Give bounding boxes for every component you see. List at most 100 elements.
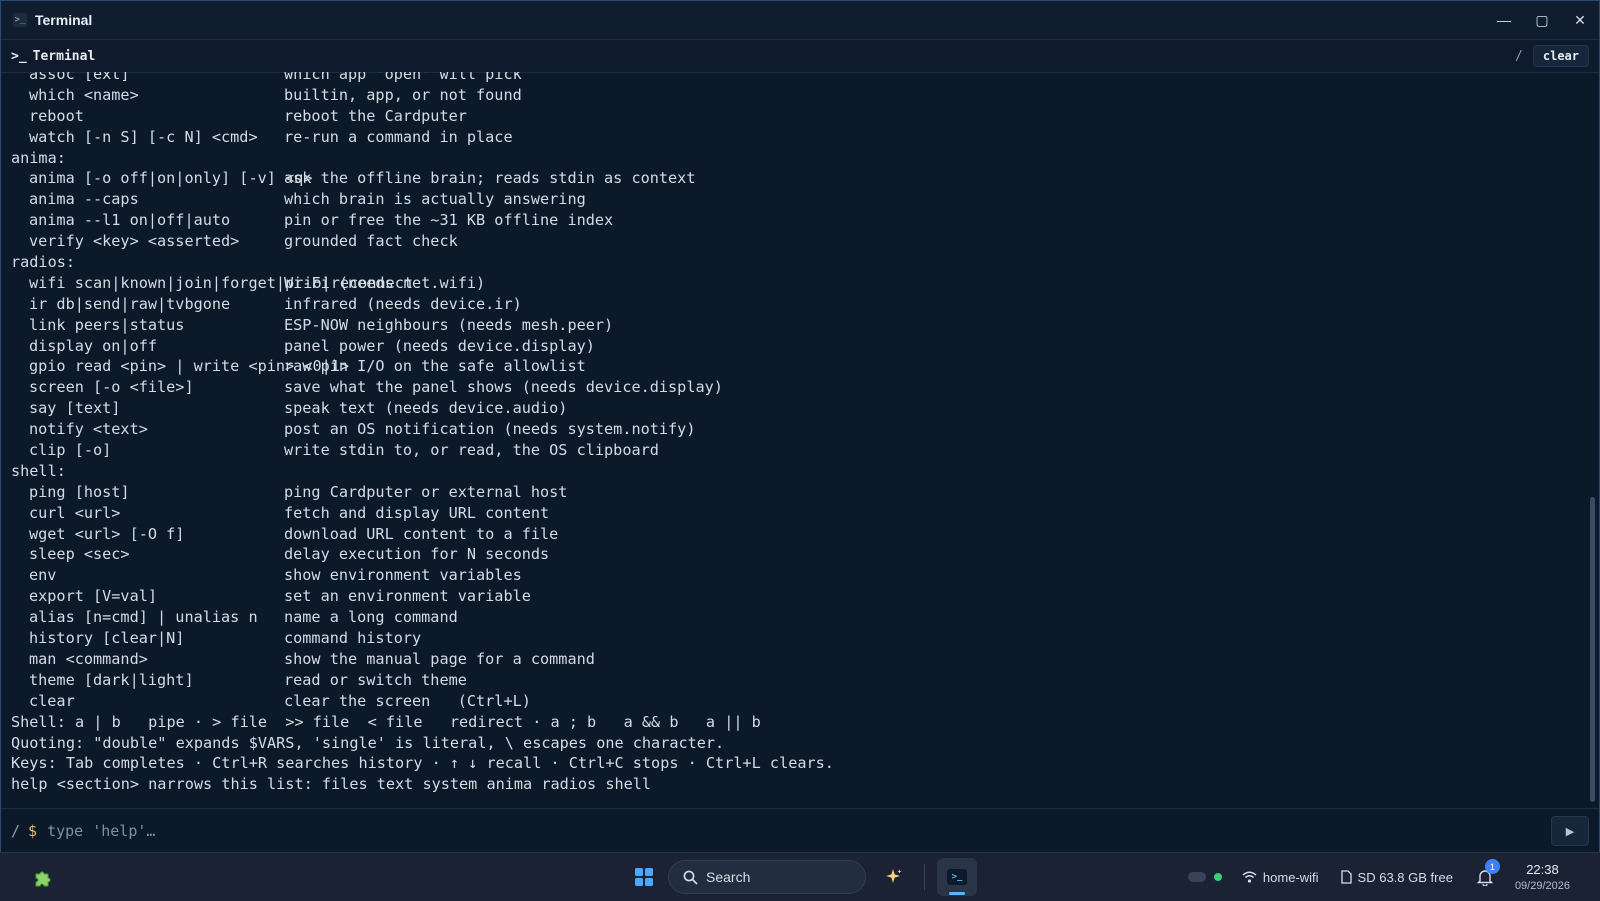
help-entry-command: display on|off [29, 336, 158, 355]
taskbar-search[interactable]: Search [668, 860, 866, 894]
system-tray: home-wifi SD 63.8 GB free 1 22:38 09/29/… [1187, 853, 1600, 901]
help-entry-description: show environment variables [284, 566, 522, 585]
help-entry: export [V=val] set an environment variabl… [11, 586, 834, 607]
clock-date: 09/29/2026 [1514, 880, 1570, 892]
help-entry-description: panel power (needs device.display) [284, 336, 595, 355]
prompt-symbol: $ [28, 822, 38, 840]
help-entry-command: say [text] [29, 399, 121, 418]
help-entry-description: post an OS notification (needs system.no… [284, 420, 696, 439]
copilot-button[interactable] [876, 859, 912, 895]
title-bar[interactable]: >_ Terminal — ▢ ✕ [1, 1, 1599, 40]
start-button[interactable] [626, 859, 662, 895]
help-entry-command: screen [-o <file>] [29, 378, 194, 397]
help-entry-description: read or switch theme [284, 670, 467, 689]
help-entry-command: wifi scan|known|join|forget|prio|reconne… [29, 273, 414, 292]
help-entry-command: verify <key> <asserted> [29, 232, 240, 251]
help-entry: clip [-o] write stdin to, or read, the OS… [11, 440, 834, 461]
help-entry-command: watch [-n S] [-c N] <cmd> [29, 127, 258, 146]
help-entry: theme [dark|light] read or switch theme [11, 670, 834, 691]
help-entry: curl <url> fetch and display URL content [11, 503, 834, 524]
help-entry-description: builtin, app, or not found [284, 85, 522, 104]
help-entry: ping [host] ping Cardputer or external ho… [11, 482, 834, 503]
help-entry-description: ask the offline brain; reads stdin as co… [284, 169, 696, 188]
help-entry-command: link peers|status [29, 315, 185, 334]
help-entry-description: pin or free the ~31 KB offline index [284, 211, 614, 230]
output-lines: assoc [ext] which app 'open' will pick whi… [11, 72, 834, 795]
help-entry-command: clear [29, 691, 75, 710]
search-icon [683, 870, 698, 885]
storage-status[interactable]: SD 63.8 GB free [1340, 870, 1453, 885]
help-entry-description: ESP-NOW neighbours (needs mesh.peer) [284, 315, 614, 334]
terminal-window: >_ Terminal — ▢ ✕ >_ Terminal / clear as… [0, 0, 1600, 853]
help-entry-command: which <name> [29, 85, 139, 104]
maximize-button[interactable]: ▢ [1523, 1, 1561, 39]
window-title: Terminal [35, 12, 93, 28]
help-entry-command: sleep <sec> [29, 545, 130, 564]
widgets-button[interactable] [30, 863, 58, 891]
help-entry: verify <key> <asserted> grounded fact che… [11, 231, 834, 252]
clock-time: 22:38 [1526, 862, 1559, 877]
section-header: radios: [11, 253, 76, 272]
terminal-output[interactable]: assoc [ext] which app 'open' will pick whi… [1, 72, 1589, 808]
help-entry: assoc [ext] which app 'open' will pick [11, 72, 834, 85]
help-entry: anima --caps which brain is actually answ… [11, 189, 834, 210]
terminal-icon: >_ [947, 869, 967, 885]
help-entry: man <command> show the manual page for a … [11, 649, 834, 670]
help-entry-command: wget <url> [-O f] [29, 524, 185, 543]
taskbar: Search >_ home-wifi SD 63.8 GB free 1 22… [0, 852, 1600, 901]
help-entry: anima --l1 on|off|auto pin or free the ~3… [11, 210, 834, 231]
help-entry-command: ping [host] [29, 482, 130, 501]
scrollbar-thumb[interactable] [1590, 497, 1595, 802]
minimize-button[interactable]: — [1485, 1, 1523, 39]
command-input[interactable] [45, 821, 1551, 841]
help-entry-description: name a long command [284, 608, 458, 627]
send-button[interactable]: ▶ [1551, 816, 1589, 846]
help-entry-command: assoc [ext] [29, 72, 130, 83]
active-indicator [949, 892, 965, 895]
section-header: anima: [11, 148, 66, 167]
wifi-label: home-wifi [1262, 869, 1319, 885]
help-entry-description: re-run a command in place [284, 127, 513, 146]
wifi-status[interactable]: home-wifi [1242, 870, 1319, 885]
puzzle-icon [35, 871, 51, 887]
help-entry-command: env [29, 566, 57, 585]
help-entry-description: fetch and display URL content [284, 503, 550, 522]
help-entry: env show environment variables [11, 565, 834, 586]
taskbar-center: Search >_ [626, 858, 977, 896]
help-entry: wget <url> [-O f] download URL content to… [11, 524, 834, 545]
help-entry-description: infrared (needs device.ir) [284, 294, 522, 313]
toggle-icon[interactable] [1187, 872, 1206, 882]
taskbar-terminal-app[interactable]: >_ [937, 858, 977, 896]
help-entry: gpio read <pin> | write <pin> <0|1>raw p… [11, 356, 834, 377]
help-entry: clear clear the screen (Ctrl+L) [11, 691, 834, 712]
notification-badge: 1 [1484, 859, 1500, 874]
notifications-button[interactable]: 1 [1475, 859, 1500, 887]
prompt-icon: >_ [11, 48, 27, 64]
command-input-bar: /$ ▶ [1, 808, 1599, 853]
help-footer-line: Shell: a | b pipe · > file >> file < fil… [11, 712, 761, 731]
clock[interactable]: 22:38 09/29/2026 [1515, 862, 1570, 892]
help-entry: wifi scan|known|join|forget|prio|reconne… [11, 273, 834, 294]
help-entry-description: save what the panel shows (needs device.… [284, 378, 723, 397]
clear-button[interactable]: clear [1532, 45, 1589, 67]
help-entry-command: history [clear|N] [29, 629, 185, 648]
help-footer-line: Keys: Tab completes · Ctrl+R searches hi… [11, 754, 834, 773]
help-entry-command: anima --caps [29, 190, 139, 209]
help-entry: display on|off panel power (needs device.… [11, 336, 834, 357]
help-entry: history [clear|N] command history [11, 628, 834, 649]
help-entry-description: reboot the Cardputer [284, 106, 467, 125]
help-entry-description: ping Cardputer or external host [284, 482, 568, 501]
help-entry: sleep <sec> delay execution for N seconds [11, 544, 834, 565]
terminal-app-icon: >_ [13, 13, 27, 27]
close-button[interactable]: ✕ [1561, 1, 1599, 39]
help-entry-command: anima [-o off|on|only] [-v] <q> [29, 169, 313, 188]
wifi-icon [1242, 871, 1257, 883]
help-entry: anima [-o off|on|only] [-v] <q>ask the o… [11, 168, 834, 189]
help-entry: notify <text> post an OS notification (ne… [11, 419, 834, 440]
help-entry-description: clear the screen (Ctrl+L) [284, 691, 531, 710]
help-entry-description: delay execution for N seconds [284, 545, 550, 564]
sparkle-icon [886, 869, 902, 883]
help-entry-description: show the manual page for a command [284, 649, 595, 668]
help-footer-line: help <section> narrows this list: files … [11, 775, 652, 794]
output-scrollbar[interactable] [1590, 72, 1596, 808]
